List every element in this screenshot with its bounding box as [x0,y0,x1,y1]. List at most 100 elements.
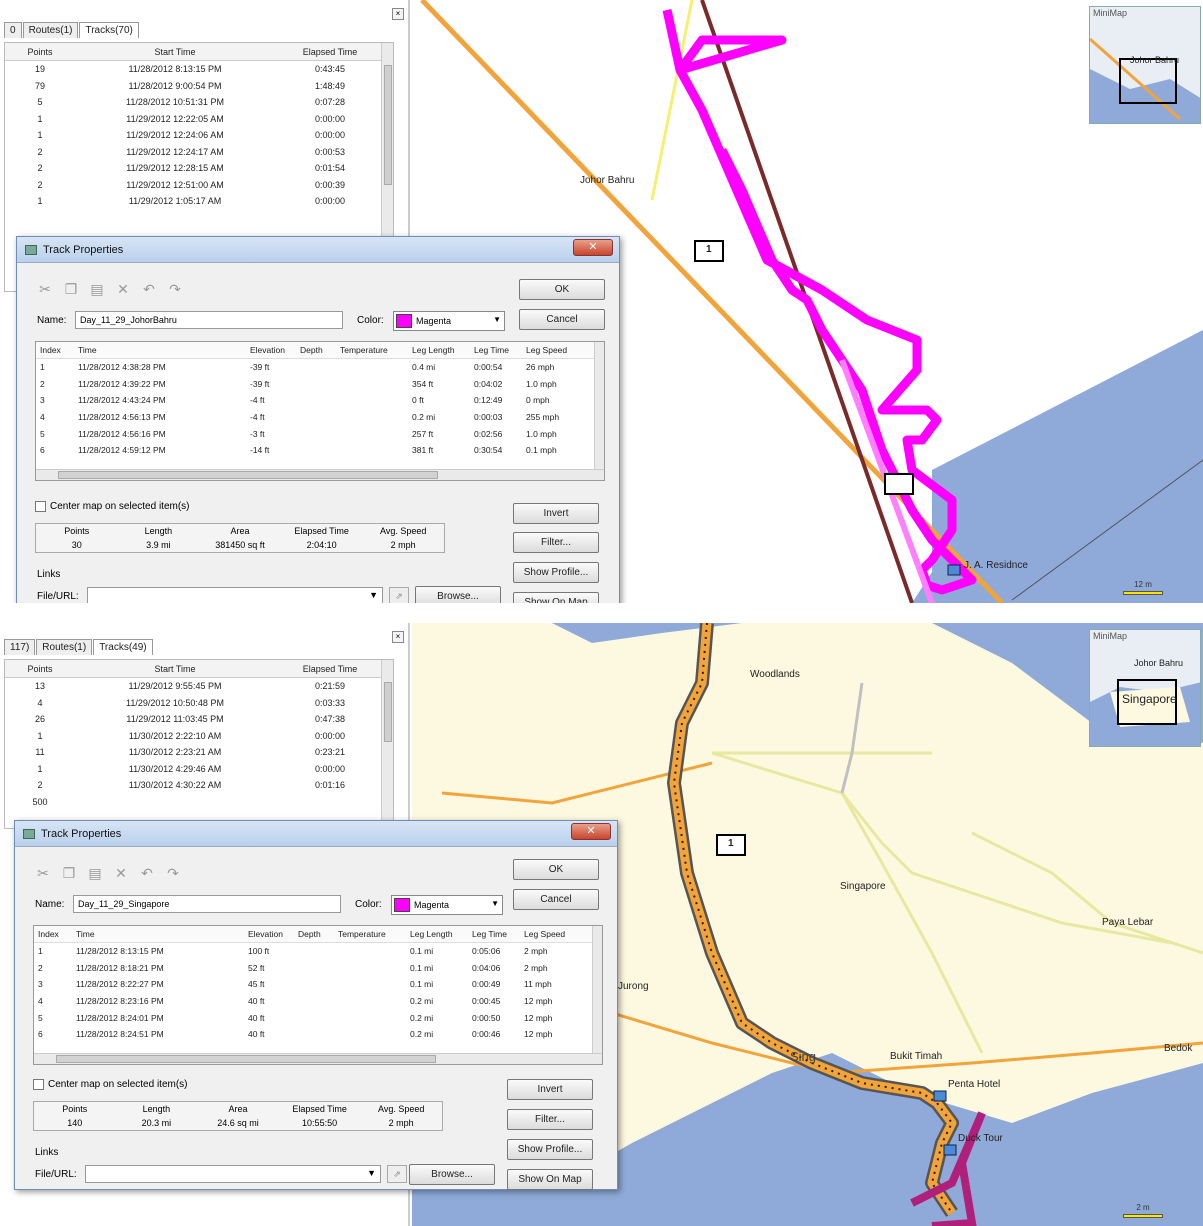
delete-icon[interactable]: ✕ [113,281,133,298]
scrollbar-thumb[interactable] [56,1055,436,1063]
table-row[interactable]: 2 11/28/2012 4:39:22 PM -39 ft 354 ft 0:04:0… [36,376,604,393]
ok-button[interactable]: OK [519,279,605,300]
track-row[interactable]: 1 11/30/2012 2:22:10 AM 0:00:00 [5,728,393,745]
copy-icon[interactable]: ❐ [59,865,79,882]
tab-routes[interactable]: Routes(1) [22,22,79,38]
col-time[interactable]: Time [76,929,248,939]
cancel-button[interactable]: Cancel [519,309,605,330]
center-map-option[interactable]: Center map on selected item(s) [33,1079,188,1090]
minimap[interactable]: MiniMap Johor Bahru [1089,6,1201,124]
open-link-icon[interactable]: ⇗ [387,1165,407,1183]
cut-icon[interactable]: ✂ [35,281,55,298]
col-leg-speed[interactable]: Leg Speed [524,929,584,939]
name-field[interactable]: Day_11_29_Singapore [73,895,341,913]
table-row[interactable]: 4 11/28/2012 4:56:13 PM -4 ft 0.2 mi 0:00:03… [36,409,604,426]
filter-button[interactable]: Filter... [513,532,599,553]
center-map-option[interactable]: Center map on selected item(s) [35,501,190,512]
col-leg-length[interactable]: Leg Length [410,929,472,939]
grid-horizontal-scrollbar[interactable] [34,1053,602,1064]
grid-horizontal-scrollbar[interactable] [36,469,604,480]
close-icon[interactable]: ✕ [571,823,611,840]
track-row[interactable]: 1 11/30/2012 4:29:46 AM 0:00:00 [5,761,393,778]
color-dropdown[interactable]: Magenta ▼ [391,895,503,915]
track-row[interactable]: 1 11/29/2012 12:24:06 AM 0:00:00 [5,127,393,144]
show-profile-button[interactable]: Show Profile... [507,1139,593,1160]
cut-icon[interactable]: ✂ [33,865,53,882]
col-leg-speed[interactable]: Leg Speed [526,345,586,355]
col-elevation[interactable]: Elevation [250,345,300,355]
col-start-time[interactable]: Start Time [75,664,275,674]
show-on-map-button[interactable]: Show On Map [507,1169,593,1190]
undo-icon[interactable]: ↶ [137,865,157,882]
paste-icon[interactable]: ▤ [85,865,105,882]
col-index[interactable]: Index [36,345,78,355]
col-start-time[interactable]: Start Time [75,47,275,57]
track-list-scrollbar[interactable] [381,660,393,828]
scrollbar-thumb[interactable] [384,682,392,742]
track-row[interactable]: 1 11/29/2012 1:05:17 AM 0:00:00 [5,193,393,210]
track-row[interactable]: 19 11/28/2012 8:13:15 PM 0:43:45 [5,61,393,78]
table-row[interactable]: 3 11/28/2012 4:43:24 PM -4 ft 0 ft 0:12:49 0 … [36,392,604,409]
track-row[interactable]: 13 11/29/2012 9:55:45 PM 0:21:59 [5,678,393,695]
color-dropdown[interactable]: Magenta ▼ [393,311,505,331]
tab-tracks[interactable]: Tracks(49) [93,639,153,655]
track-row[interactable]: 11 11/30/2012 2:23:21 AM 0:23:21 [5,744,393,761]
col-leg-time[interactable]: Leg Time [474,345,526,355]
invert-button[interactable]: Invert [507,1079,593,1100]
table-row[interactable]: 5 11/28/2012 4:56:16 PM -3 ft 257 ft 0:02:56… [36,425,604,442]
copy-icon[interactable]: ❐ [61,281,81,298]
show-profile-button[interactable]: Show Profile... [513,562,599,583]
chevron-down-icon[interactable]: ▼ [369,590,378,600]
center-map-checkbox[interactable] [33,1079,44,1090]
chevron-down-icon[interactable]: ▼ [367,1168,376,1178]
redo-icon[interactable]: ↷ [165,281,185,298]
track-row[interactable]: 4 11/29/2012 10:50:48 PM 0:03:33 [5,695,393,712]
tab-tracks[interactable]: Tracks(70) [79,22,139,38]
track-row[interactable]: 2 11/29/2012 12:51:00 AM 0:00:39 [5,177,393,194]
col-elevation[interactable]: Elevation [248,929,298,939]
fileurl-field[interactable]: ▼ [87,587,383,603]
table-row[interactable]: 2 11/28/2012 8:18:21 PM 52 ft 0.1 mi 0:04:06… [34,960,602,977]
close-icon[interactable]: ✕ [573,239,613,256]
show-on-map-button[interactable]: Show On Map [513,592,599,603]
pane-close-icon[interactable]: × [392,631,404,643]
open-link-icon[interactable]: ⇗ [389,587,409,603]
table-row[interactable]: 5 11/28/2012 8:24:01 PM 40 ft 0.2 mi 0:00:50… [34,1009,602,1026]
table-row[interactable]: 1 11/28/2012 8:13:15 PM 100 ft 0.1 mi 0:05:0… [34,943,602,960]
col-leg-time[interactable]: Leg Time [472,929,524,939]
redo-icon[interactable]: ↷ [163,865,183,882]
col-depth[interactable]: Depth [298,929,338,939]
table-row[interactable]: 1 11/28/2012 4:38:28 PM -39 ft 0.4 mi 0:00:5… [36,359,604,376]
table-row[interactable]: 3 11/28/2012 8:22:27 PM 45 ft 0.1 mi 0:00:49… [34,976,602,993]
cancel-button[interactable]: Cancel [513,889,599,910]
dialog-titlebar[interactable]: Track Properties [15,821,617,847]
col-temperature[interactable]: Temperature [338,929,410,939]
tab-routes[interactable]: Routes(1) [36,639,93,655]
browse-button[interactable]: Browse... [409,1164,495,1185]
delete-icon[interactable]: ✕ [111,865,131,882]
table-row[interactable]: 6 11/28/2012 8:24:51 PM 40 ft 0.2 mi 0:00:46… [34,1026,602,1043]
tab-waypoints[interactable]: 117) [4,639,36,655]
col-depth[interactable]: Depth [300,345,340,355]
track-row[interactable]: 26 11/29/2012 11:03:45 PM 0:47:38 [5,711,393,728]
table-row[interactable]: 6 11/28/2012 4:59:12 PM -14 ft 381 ft 0:30:5… [36,442,604,459]
col-points[interactable]: Points [5,47,75,57]
col-index[interactable]: Index [34,929,76,939]
name-field[interactable]: Day_11_29_JohorBahru [75,311,343,329]
grid-vertical-scrollbar[interactable] [592,926,602,1055]
col-time[interactable]: Time [78,345,250,355]
ok-button[interactable]: OK [513,859,599,880]
track-row[interactable]: 1 11/29/2012 12:22:05 AM 0:00:00 [5,111,393,128]
scrollbar-thumb[interactable] [384,65,392,185]
track-row[interactable]: 79 11/28/2012 9:00:54 PM 1:48:49 [5,78,393,95]
col-elapsed-time[interactable]: Elapsed Time [275,664,385,674]
invert-button[interactable]: Invert [513,503,599,524]
table-row[interactable]: 4 11/28/2012 8:23:16 PM 40 ft 0.2 mi 0:00:45… [34,993,602,1010]
grid-vertical-scrollbar[interactable] [594,342,604,471]
track-row[interactable]: 500 [5,794,393,811]
col-elapsed-time[interactable]: Elapsed Time [275,47,385,57]
pane-close-icon[interactable]: × [392,8,404,20]
col-temperature[interactable]: Temperature [340,345,412,355]
filter-button[interactable]: Filter... [507,1109,593,1130]
track-row[interactable]: 2 11/29/2012 12:28:15 AM 0:01:54 [5,160,393,177]
